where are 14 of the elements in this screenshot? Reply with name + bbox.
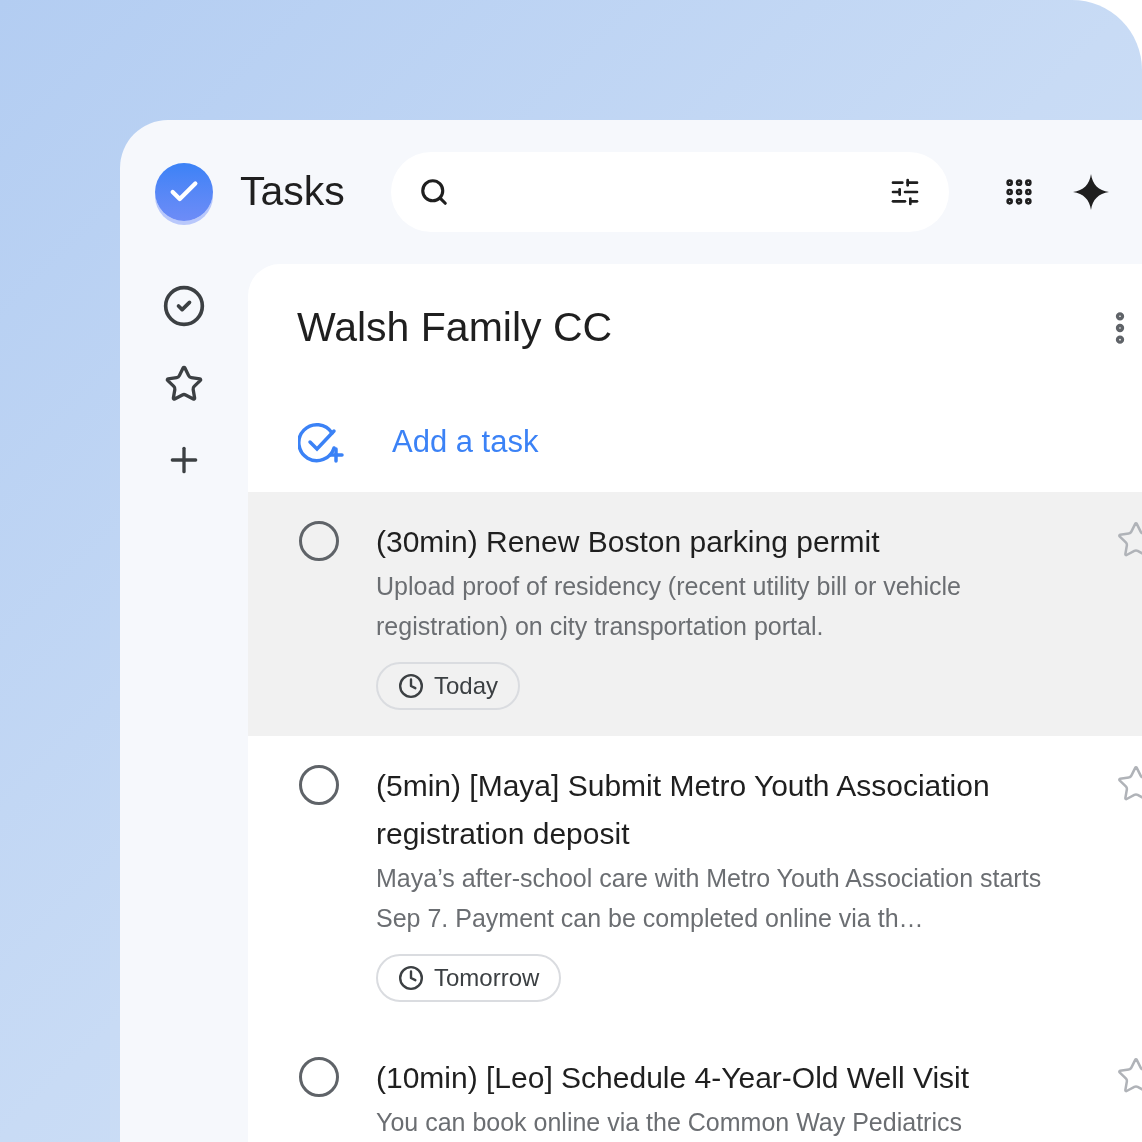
due-date-label: Tomorrow (434, 963, 540, 993)
list-title: Walsh Family CC (297, 303, 613, 353)
app-title: Tasks (240, 167, 345, 217)
due-date-label: Today (434, 671, 499, 701)
task-title: (5min) [Maya] Submit Metro Youth Association registration deposit (376, 768, 991, 852)
add-task-button[interactable]: Add a task (392, 418, 539, 466)
due-date-chip[interactable]: Today (376, 662, 521, 710)
due-date-chip[interactable]: Tomorrow (376, 954, 562, 1002)
task-description: You can book online via the Common Way Pediatrics (376, 1107, 963, 1138)
task-description: Upload proof of residency (recent utility bill or vehicle registration) on city transportation portal. (376, 571, 962, 642)
task-title: (10min) [Leo] Schedule 4-Year-Old Well Visit (376, 1060, 971, 1096)
task-title: (30min) Renew Boston parking permit (376, 524, 881, 560)
task-row[interactable]: (30min) Renew Boston parking permit Upload proof of residency (recent utility bill or vehicle registration) on city transportation portal. Today (248, 492, 1142, 736)
task-description: Maya’s after-school care with Metro Youth Association starts Sep 7. Payment can be completed online via th… (376, 863, 1043, 934)
